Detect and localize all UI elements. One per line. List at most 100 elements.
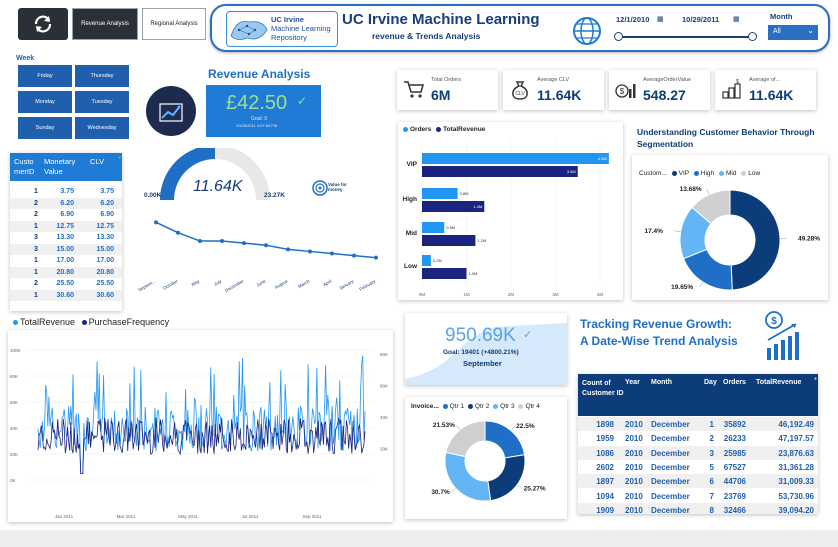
growth-title-line-1: Tracking Revenue Growth: <box>580 317 733 331</box>
week-wednesday[interactable]: Wednesday <box>74 116 130 140</box>
clv-trend-point[interactable] <box>176 230 180 235</box>
table-row[interactable]: 2 6.20 6.20 <box>10 197 122 209</box>
week-thursday[interactable]: Thursday <box>74 64 130 88</box>
segment-leader-line <box>699 281 704 288</box>
scroll-indicator-icon[interactable]: ● <box>814 376 817 382</box>
customer-clv-table[interactable]: Custo merID Monetary Value CLV ● 1 3.75 3.… <box>10 153 122 311</box>
segmentation-title: Understanding Customer Behavior Through … <box>637 127 815 149</box>
segment-bar-chart: 0M 1M 2M 3M 4M VIP 4.2M 3.5M High 0.8M 1.4M Mid 0.5M… <box>403 140 609 297</box>
calendar-icon[interactable]: ▦ <box>733 15 740 23</box>
legend-orders-swatch <box>403 126 408 132</box>
date-slider-end-handle[interactable] <box>748 32 757 41</box>
table-row[interactable]: 1 12.75 12.75 <box>10 220 122 232</box>
cell-customer-id: 1 <box>34 222 38 230</box>
bar-data-label: 0.5M <box>446 225 455 230</box>
date-start[interactable]: 12/1/2010 <box>616 15 649 24</box>
segment-legend: Custom... VIP High Mid Low <box>639 170 760 177</box>
month-dropdown[interactable]: All ⌄ <box>768 25 818 40</box>
bar-orders[interactable] <box>422 188 458 199</box>
bar-totalrevenue[interactable] <box>422 235 476 246</box>
clv-trend-point[interactable] <box>352 253 356 258</box>
col-total-revenue[interactable]: TotalRevenue <box>756 379 801 386</box>
table-row[interactable]: 1086 2010 December 3 25985 23,876.63 <box>578 445 818 460</box>
quarter-value-label: 30.7% <box>431 489 450 496</box>
table-row[interactable]: 1 20.80 20.80 <box>10 266 122 278</box>
refresh-button[interactable] <box>18 8 68 40</box>
header-banner: UC Irvine Machine Learning Repository UC… <box>210 4 830 52</box>
col-year[interactable]: Year <box>625 379 640 386</box>
cell-month: December <box>651 462 690 472</box>
table-row[interactable]: 1 3.75 3.75 <box>10 186 122 197</box>
peak-month: September <box>463 359 502 368</box>
cell-clv: 17.00 <box>96 257 114 264</box>
clv-trend-point[interactable] <box>242 241 246 246</box>
week-sunday[interactable]: Sunday <box>17 116 73 140</box>
table-row[interactable]: 1898 2010 December 1 35892 46,192.49 <box>578 417 818 431</box>
scroll-indicator-icon[interactable]: ● <box>118 155 121 161</box>
table-row[interactable]: 2 6.90 6.90 <box>10 209 122 220</box>
bar-totalrevenue[interactable] <box>422 166 578 177</box>
week-monday[interactable]: Monday <box>17 90 73 114</box>
clv-trend-point[interactable] <box>198 239 202 244</box>
tab-regional-analysis[interactable]: Regional Analysis <box>142 8 206 40</box>
chevron-down-icon: ⌄ <box>807 26 814 35</box>
table-row[interactable]: 3 13.30 13.30 <box>10 232 122 243</box>
col-count-customer[interactable]: Count of Customer ID <box>582 379 624 399</box>
segment-slice[interactable] <box>729 189 781 291</box>
date-slider-track[interactable] <box>618 36 752 38</box>
table-row[interactable]: 2 25.50 25.50 <box>10 278 122 289</box>
timeseries-chart: 100K 80K 60K 40K 20K 0K 80K 60K 40K 20K Jan 2011 Ma… <box>10 348 388 519</box>
clv-trend-point[interactable] <box>286 247 290 252</box>
legend-q4: Qtr 4 <box>525 403 540 410</box>
table-row[interactable]: 1959 2010 December 2 26233 47,197.57 <box>578 431 818 446</box>
clv-trend-line <box>155 221 377 259</box>
cell-day: 6 <box>709 477 714 487</box>
clv-trend-tick: March <box>297 278 311 289</box>
table-row[interactable]: 1 17.00 17.00 <box>10 255 122 266</box>
clv-trend-point[interactable] <box>308 249 312 254</box>
col-month[interactable]: Month <box>651 379 672 386</box>
clv-trend-tick: June <box>256 278 267 287</box>
clv-trend-point[interactable] <box>374 255 378 260</box>
cell-orders: 25985 <box>723 448 746 458</box>
quarter-slice[interactable] <box>444 451 492 502</box>
week-tuesday[interactable]: Tuesday <box>74 90 130 114</box>
week-friday[interactable]: Friday <box>17 64 73 88</box>
kpi-total-orders: Total Orders 6M <box>397 70 498 110</box>
dollar-chart-icon: $ <box>615 84 636 98</box>
check-icon: ✓ <box>297 94 308 108</box>
date-end[interactable]: 10/29/2011 <box>682 15 719 24</box>
date-slider-start-handle[interactable] <box>614 32 623 41</box>
clv-trend-point[interactable] <box>220 239 224 244</box>
bar-orders[interactable] <box>422 222 445 233</box>
col-clv[interactable]: CLV <box>90 157 104 166</box>
clv-trend-tick: February <box>358 278 377 292</box>
clv-trend-point[interactable] <box>264 243 268 248</box>
bar-data-label: 1.0M <box>469 271 478 276</box>
bar-totalrevenue[interactable] <box>422 268 467 279</box>
legend-revenue-swatch <box>436 126 442 132</box>
table-row[interactable]: 1094 2010 December 7 23769 53,730.96 <box>578 488 818 503</box>
calendar-icon[interactable]: ▦ <box>657 15 664 23</box>
clv-trend-point[interactable] <box>330 251 334 256</box>
table-row[interactable]: 1 30.60 30.60 <box>10 289 122 301</box>
col-customer-id[interactable]: Custo merID <box>14 157 38 177</box>
quarter-slice[interactable] <box>487 454 526 502</box>
col-day[interactable]: Day <box>704 379 717 386</box>
col-orders[interactable]: Orders <box>723 379 746 386</box>
segment-legend-title: Custom... <box>639 170 667 177</box>
table-row[interactable]: 1909 2010 December 8 32466 39,094.20 <box>578 502 818 514</box>
bar-orders[interactable] <box>422 153 609 164</box>
clv-trend-point[interactable] <box>154 220 158 225</box>
cell-clv: 12.75 <box>96 222 114 230</box>
table-row[interactable]: 1897 2010 December 6 44706 31,009.33 <box>578 474 818 489</box>
table-row[interactable]: 3 15.00 15.00 <box>10 243 122 255</box>
col-monetary-value[interactable]: Monetary Value <box>44 157 84 177</box>
week-slicer-title: Week <box>16 55 35 62</box>
tab-revenue-analysis[interactable]: Revenue Analysis <box>72 8 138 40</box>
bar-orders[interactable] <box>422 255 431 266</box>
table-row[interactable]: 2602 2010 December 5 67527 31,361.28 <box>578 459 818 474</box>
quarter-legend-title: Invoice... <box>411 403 439 410</box>
ts-left-tick: 20K <box>10 452 18 457</box>
date-trend-table[interactable]: Count of Customer ID Year Month Day Orde… <box>578 374 818 514</box>
